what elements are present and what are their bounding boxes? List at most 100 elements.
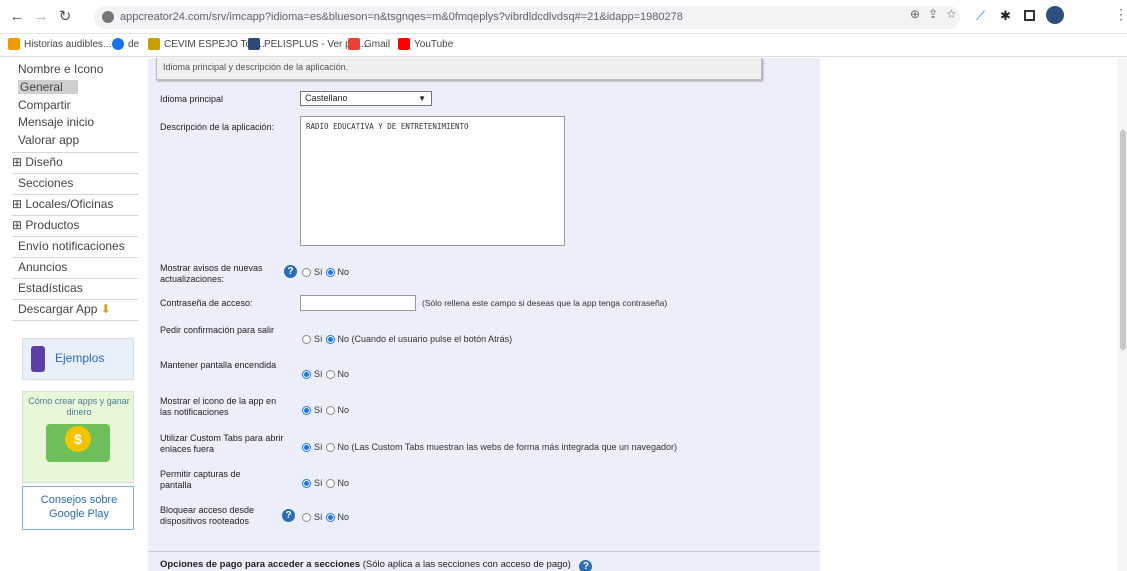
examples-banner[interactable]: Ejemplos (22, 338, 134, 380)
back-icon[interactable]: ← (8, 8, 26, 26)
screen-capture-radio-group: Sí No (302, 478, 349, 488)
password-label: Contraseña de acceso: (160, 298, 253, 308)
sidebar-item-locales[interactable]: ⊞ Locales/Oficinas (12, 197, 113, 211)
sidebar-item-envio-notificaciones[interactable]: Envío notificaciones (18, 239, 125, 253)
youtube-icon (398, 38, 410, 50)
sidebar-item-anuncios[interactable]: Anuncios (18, 260, 67, 274)
rooted-devices-label: Bloquear acceso desde dispositivos roote… (160, 505, 255, 526)
menu-kebab-icon[interactable]: ⋮ (1114, 6, 1127, 23)
bookmark-0[interactable]: Historias audibles... (8, 38, 111, 50)
download-icon: ⬇ (100, 302, 111, 316)
custom-tabs-radio-group: Sí No (Las Custom Tabs muestran las webs… (302, 442, 677, 452)
custom-tabs-label: Utilizar Custom Tabs para abrir enlaces … (160, 433, 284, 454)
screen-yes-radio[interactable] (302, 369, 311, 379)
profile-avatar[interactable] (1046, 6, 1064, 24)
divider (12, 173, 138, 174)
rooted-yes-radio[interactable] (302, 512, 311, 522)
icon-no-radio[interactable] (325, 405, 335, 415)
tabs-no-radio[interactable] (325, 442, 335, 452)
bookmark-5[interactable]: YouTube (398, 38, 453, 50)
sidebar-item-valorar-app[interactable]: Valorar app (18, 133, 79, 147)
make-money-banner[interactable]: Cómo crear apps y ganar dinero $ (22, 391, 134, 483)
translate-icon[interactable]: ⊕ (910, 7, 920, 21)
screen-no-radio[interactable] (325, 369, 335, 379)
tabs-yes-radio[interactable] (302, 442, 311, 452)
divider (12, 236, 138, 237)
share-icon[interactable]: ⇪ (928, 7, 938, 21)
language-select[interactable]: Castellano ▼ (300, 91, 432, 106)
updates-yes-radio[interactable] (302, 267, 311, 277)
sidebar-item-productos[interactable]: ⊞ Productos (12, 218, 79, 232)
keep-screen-label: Mantener pantalla encendida (160, 360, 277, 370)
reload-icon[interactable]: ↻ (56, 8, 74, 26)
description-textarea[interactable]: RADIO EDUCATIVA Y DE ENTRETENIMIENTO (300, 116, 565, 246)
extensions-puzzle-icon[interactable]: ✱ (1000, 8, 1014, 23)
rooted-devices-radio-group: Sí No (302, 512, 349, 522)
icon-yes-radio[interactable] (302, 405, 311, 415)
sidebar-item-secciones[interactable]: Secciones (18, 176, 73, 190)
help-icon[interactable]: ? (284, 265, 297, 278)
extension-feather-icon[interactable]: ⟋ (976, 8, 990, 23)
bookmarks-bar: Historias audibles... de CEVIM ESPEJO To… (0, 34, 1127, 57)
sidebar-item-compartir[interactable]: Compartir (18, 98, 71, 112)
bookmark-4[interactable]: Gmail (348, 38, 390, 50)
updates-radio-group: Sí No (302, 267, 349, 277)
bookmark-1[interactable]: de (112, 38, 139, 50)
capture-no-radio[interactable] (325, 478, 335, 488)
page-scrollbar[interactable] (1117, 58, 1127, 571)
sidebar-item-descargar-app[interactable]: Descargar App ⬇ (18, 302, 111, 316)
sidebar-item-mensaje-inicio[interactable]: Mensaje inicio (18, 115, 94, 129)
payment-options-heading: Opciones de pago para acceder a seccione… (160, 558, 593, 571)
sidebar: Nombre e Icono General Compartir Mensaje… (12, 58, 138, 571)
site-info-icon[interactable] (102, 11, 114, 23)
divider (12, 257, 138, 258)
section-divider (148, 551, 820, 552)
chrome-icon (112, 38, 124, 50)
password-hint: (Sólo rellena este campo si deseas que l… (422, 298, 668, 308)
divider (12, 215, 138, 216)
address-bar[interactable]: appcreator24.com/srv/imcapp?idioma=es&bl… (94, 6, 960, 29)
panel-header: Idioma principal y descripción de la apl… (156, 58, 762, 80)
screen-capture-label: Permitir capturas de pantalla (160, 469, 241, 490)
password-input[interactable] (300, 295, 416, 311)
help-icon[interactable]: ? (282, 509, 295, 522)
exit-no-radio[interactable] (325, 334, 335, 344)
divider (12, 152, 138, 153)
coin-icon: $ (65, 426, 91, 452)
audible-icon (8, 38, 20, 50)
updates-label: Mostrar avisos de nuevas actualizaciones… (160, 263, 263, 284)
rooted-no-radio[interactable] (325, 512, 335, 522)
bookmark-star-icon[interactable]: ☆ (946, 7, 957, 21)
capture-yes-radio[interactable] (302, 478, 311, 488)
cevim-icon (148, 38, 160, 50)
google-play-tips-banner[interactable]: Consejos sobre Google Play (22, 486, 134, 530)
chevron-down-icon: ▼ (418, 94, 426, 103)
exit-yes-radio[interactable] (302, 334, 311, 344)
divider (12, 278, 138, 279)
divider (12, 320, 138, 321)
description-label: Descripción de la aplicación: (160, 122, 275, 132)
sidebar-item-diseno[interactable]: ⊞ Diseño (12, 155, 63, 169)
divider (12, 299, 138, 300)
side-panel-icon[interactable] (1024, 10, 1035, 21)
sidebar-item-estadisticas[interactable]: Estadísticas (18, 281, 83, 295)
browser-toolbar: ← → ↻ appcreator24.com/srv/imcapp?idioma… (0, 0, 1127, 34)
exit-confirm-radio-group: Sí No (Cuando el usuario pulse el botón … (302, 334, 512, 344)
language-label: Idioma principal (160, 94, 224, 104)
url-text[interactable]: appcreator24.com/srv/imcapp?idioma=es&bl… (120, 11, 790, 23)
forward-icon[interactable]: → (32, 8, 50, 26)
pelisplus-icon (248, 38, 260, 50)
divider (12, 194, 138, 195)
notification-icon-radio-group: Sí No (302, 405, 349, 415)
sidebar-item-general[interactable]: General (18, 80, 78, 94)
scrollbar-thumb[interactable] (1120, 130, 1126, 350)
exit-confirm-label: Pedir confirmación para salir (160, 325, 275, 335)
sidebar-item-nombre-icono[interactable]: Nombre e Icono (18, 62, 103, 76)
updates-no-radio[interactable] (325, 267, 335, 277)
keep-screen-radio-group: Sí No (302, 369, 349, 379)
notification-icon-label: Mostrar el icono de la app en las notifi… (160, 396, 277, 417)
phone-icon (31, 346, 45, 372)
general-settings-panel: Idioma principal y descripción de la apl… (148, 58, 820, 571)
help-icon[interactable]: ? (579, 560, 593, 571)
gmail-icon (348, 38, 360, 50)
